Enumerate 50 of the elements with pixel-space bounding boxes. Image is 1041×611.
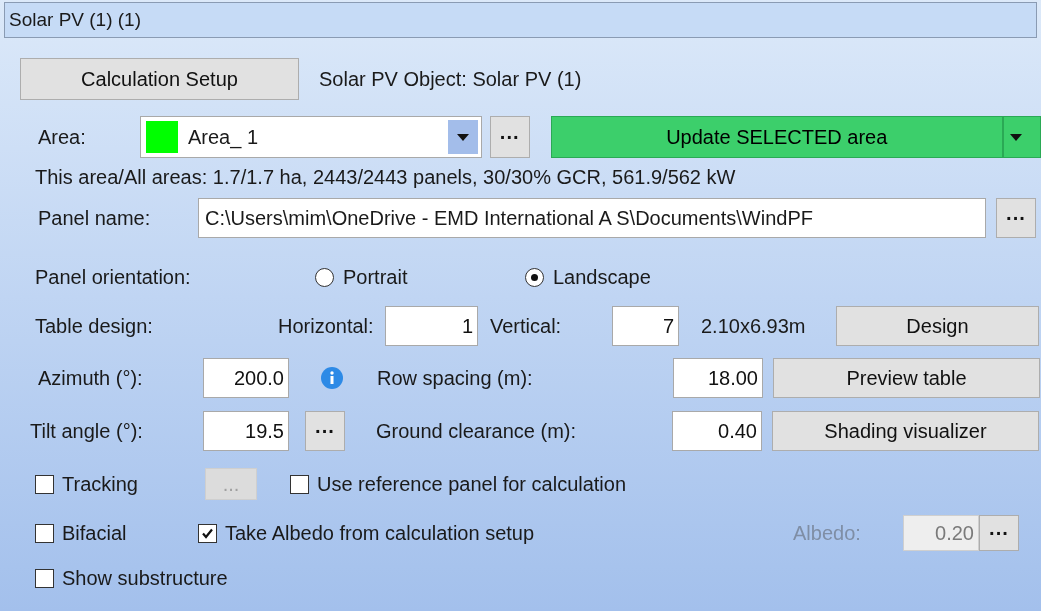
info-icon[interactable] [321,367,343,389]
checkbox[interactable] [35,523,54,543]
more-button[interactable]: ··· [489,116,530,158]
radio-button[interactable] [525,267,544,287]
checkbox[interactable] [290,474,309,494]
area-label: Area: [38,125,87,150]
preview-table-button[interactable]: Preview table [773,358,1040,398]
caret-icon [456,133,469,141]
browse-button[interactable]: ··· [996,198,1036,238]
shading-visualizer-button[interactable]: Shading visualizer [772,411,1039,451]
azimuth-label: Azimuth (°): [38,366,144,391]
panel-name-field[interactable]: C:\Users\mim\OneDrive - EMD International A S\Documents\WindPF [198,198,986,238]
table-design-label: Table design: [35,314,154,339]
panel-orientation-label: Panel orientation: [35,265,192,290]
checkbox[interactable] [198,523,217,543]
area-dropdown[interactable]: Area_ 1 [140,116,482,158]
design-button[interactable]: Design [836,306,1039,346]
vertical-label: Vertical: [490,314,563,339]
table-size-label: 2.10x6.93m [701,314,807,339]
object-label: Solar PV Object: Solar PV (1) [319,67,582,92]
radio-label: Portrait [343,265,408,290]
horizontal-field[interactable]: 1 [385,306,478,346]
checkbox-label: Tracking [62,472,138,497]
checkbox[interactable] [35,568,54,588]
caret-icon [1009,133,1022,141]
check-icon [201,526,214,540]
update-area-button[interactable]: Update SELECTED area [550,116,1003,158]
area-summary: This area/All areas: 1.7/1.7 ha, 2443/2443 panels, 30/30% GCR, 561.9/562 kW [35,165,736,190]
tilt-angle-field[interactable]: 19.5 [203,411,289,451]
checkbox-label: Bifacial [62,521,127,546]
checkbox-label: Show substructure [62,566,228,591]
checkbox[interactable] [35,474,54,494]
row-spacing-label: Row spacing (m): [377,366,534,391]
azimuth-field[interactable]: 200.0 [203,358,289,398]
update-dropdown-button[interactable] [1002,116,1041,158]
checkbox-label: Take Albedo from calculation setup [225,521,535,546]
ground-clearance-field[interactable]: 0.40 [672,411,762,451]
tilt-more-button[interactable]: ··· [305,411,345,451]
checkbox-label: Use reference panel for calculation [317,472,627,497]
window-title: Solar PV (1) (1) [4,2,1037,38]
vertical-field[interactable]: 7 [612,306,679,346]
calculation-setup-button[interactable]: Calculation Setup [20,58,299,100]
radio-label: Landscape [553,265,651,290]
ground-clearance-label: Ground clearance (m): [376,419,578,444]
row-spacing-field[interactable]: 18.00 [673,358,763,398]
horizontal-label: Horizontal: [278,314,375,339]
panel-name-label: Panel name: [38,206,152,231]
albedo-label: Albedo: [793,521,862,546]
radio-button[interactable] [315,267,334,287]
tilt-angle-label: Tilt angle (°): [30,419,144,444]
